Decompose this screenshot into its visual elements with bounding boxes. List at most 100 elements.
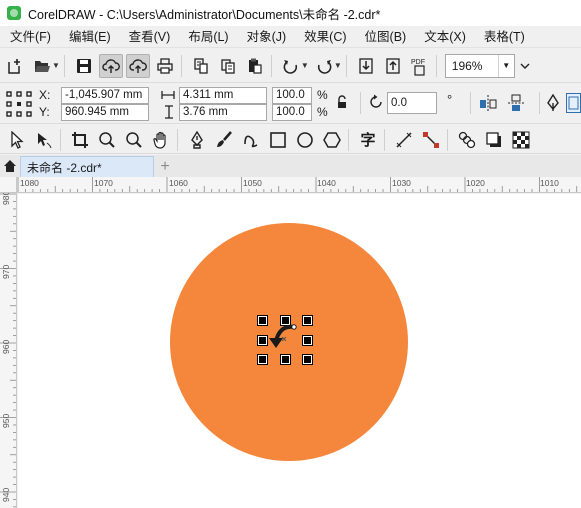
mirror-vertical-icon[interactable] xyxy=(507,94,525,112)
smart-drawing-icon xyxy=(244,135,258,147)
zoom-out-tool-icon xyxy=(126,131,142,148)
separator xyxy=(539,92,540,114)
import-button[interactable] xyxy=(354,54,378,78)
pick-tool-icon xyxy=(11,130,24,149)
cloud-active-button[interactable] xyxy=(125,53,150,78)
copy-icon xyxy=(221,58,235,74)
save-button[interactable] xyxy=(72,54,96,78)
menu-table[interactable]: 表格(T) xyxy=(474,26,533,48)
pen-tool-icon xyxy=(191,130,203,149)
crop-tool-button[interactable] xyxy=(68,128,92,152)
polygon-tool-button[interactable] xyxy=(320,128,344,152)
menu-view[interactable]: 查看(V) xyxy=(119,26,179,48)
redo-dropdown-caret[interactable]: ▼ xyxy=(334,61,342,70)
lock-ratio-icon[interactable] xyxy=(336,95,348,109)
export-button[interactable] xyxy=(381,54,405,78)
new-document-button[interactable] xyxy=(3,54,27,78)
object-origin-icon[interactable] xyxy=(5,89,33,119)
shape-tool-button[interactable] xyxy=(32,128,56,152)
drop-shadow-button[interactable] xyxy=(482,128,506,152)
open-dropdown-caret[interactable]: ▼ xyxy=(52,61,60,70)
scale-height-field[interactable]: 100.0 xyxy=(272,104,312,121)
rectangle-tool-button[interactable] xyxy=(266,128,290,152)
smart-drawing-button[interactable] xyxy=(239,128,263,152)
menu-text[interactable]: 文本(X) xyxy=(414,26,474,48)
text-tool-icon: 字 xyxy=(360,132,376,149)
height-field[interactable]: 3.76 mm xyxy=(179,104,267,121)
menu-bitmaps[interactable]: 位图(B) xyxy=(355,26,415,48)
undo-dropdown-caret[interactable]: ▼ xyxy=(301,61,309,70)
cut-button[interactable] xyxy=(189,54,213,78)
chevron-down-icon xyxy=(520,63,530,69)
ellipse-tool-button[interactable] xyxy=(293,128,317,152)
text-tool-button[interactable]: 字 xyxy=(356,128,380,152)
ruler-corner[interactable] xyxy=(0,177,17,193)
paste-button[interactable] xyxy=(243,54,267,78)
open-button[interactable] xyxy=(30,54,54,78)
copy-button[interactable] xyxy=(216,54,240,78)
connector-tool-button[interactable] xyxy=(419,128,443,152)
pick-tool-button[interactable] xyxy=(5,128,29,152)
drop-shadow-icon xyxy=(486,131,501,147)
artistic-media-button[interactable] xyxy=(212,128,236,152)
mirror-horizontal-icon[interactable] xyxy=(479,94,497,112)
toolbar-more-button[interactable] xyxy=(518,54,532,78)
document-tab-label: 未命名 -2.cdr* xyxy=(27,160,102,175)
publish-pdf-icon: PDF xyxy=(411,59,425,76)
print-button[interactable] xyxy=(153,54,177,78)
cloud-upload-icon xyxy=(102,58,120,73)
dimension-tool-button[interactable] xyxy=(392,128,416,152)
redo-button[interactable] xyxy=(312,54,336,78)
pen-tool-button[interactable] xyxy=(185,128,209,152)
ruler-label: 1050 xyxy=(243,178,262,188)
selection-handle-bottom-right[interactable] xyxy=(302,354,313,365)
separator xyxy=(177,128,178,151)
drawing-canvas[interactable] xyxy=(18,194,581,508)
menu-edit[interactable]: 编辑(E) xyxy=(59,26,119,48)
separator xyxy=(447,128,448,151)
polygon-tool-icon xyxy=(323,131,341,148)
menu-file[interactable]: 文件(F) xyxy=(0,26,59,48)
new-tab-button[interactable]: + xyxy=(154,156,176,177)
publish-pdf-button[interactable]: PDF xyxy=(408,54,432,78)
property-bar: X: Y: -1,045.907 mm 960.945 mm 4.311 mm … xyxy=(0,84,581,124)
separator xyxy=(63,54,65,77)
zoom-out-tool-button[interactable] xyxy=(122,128,146,152)
y-position-field[interactable]: 960.945 mm xyxy=(61,104,149,121)
rotation-field[interactable]: 0.0 xyxy=(387,92,437,114)
ruler-label: 980 xyxy=(1,193,11,205)
menu-effects[interactable]: 效果(C) xyxy=(294,26,354,48)
menu-layout[interactable]: 布局(L) xyxy=(178,26,236,48)
zoom-level-select[interactable]: 196% ▼ xyxy=(444,53,515,78)
ruler-label: 1080 xyxy=(20,178,39,188)
width-field[interactable]: 4.311 mm xyxy=(179,87,267,104)
percent-label: % xyxy=(317,105,328,119)
pan-tool-button[interactable] xyxy=(149,128,173,152)
pdf-label: PDF xyxy=(411,59,425,66)
cloud-button[interactable] xyxy=(98,53,123,78)
outline-pen-icon[interactable] xyxy=(546,94,560,112)
copy-properties-icon xyxy=(194,57,208,74)
zoom-tool-button[interactable] xyxy=(95,128,119,152)
ruler-label: 1060 xyxy=(169,178,188,188)
curved-arrow-icon[interactable] xyxy=(264,321,304,359)
wrap-text-icon[interactable] xyxy=(566,93,581,113)
ruler-label: 970 xyxy=(1,264,11,279)
height-icon xyxy=(165,105,173,119)
undo-button[interactable] xyxy=(279,54,303,78)
window-title: CorelDRAW - C:\Users\Administrator\Docum… xyxy=(28,7,381,22)
standard-toolbar: ▼ ▼ ▼ PDF 196% ▼ xyxy=(0,49,581,83)
tab-document[interactable]: 未命名 -2.cdr* xyxy=(20,156,154,177)
crop-tool-icon xyxy=(72,131,88,148)
x-position-field[interactable]: -1,045.907 mm xyxy=(61,87,149,104)
separator xyxy=(270,54,272,77)
selection-handle-top-right[interactable] xyxy=(302,315,313,326)
scale-width-field[interactable]: 100.0 xyxy=(272,87,312,104)
blend-tool-button[interactable] xyxy=(455,128,479,152)
transparency-button[interactable] xyxy=(509,128,533,152)
menu-object[interactable]: 对象(J) xyxy=(237,26,295,48)
ruler-label: 950 xyxy=(1,413,11,428)
home-tab[interactable] xyxy=(0,155,20,177)
zoom-level-value: 196% xyxy=(451,58,483,73)
selection-handle-right[interactable] xyxy=(302,335,313,346)
